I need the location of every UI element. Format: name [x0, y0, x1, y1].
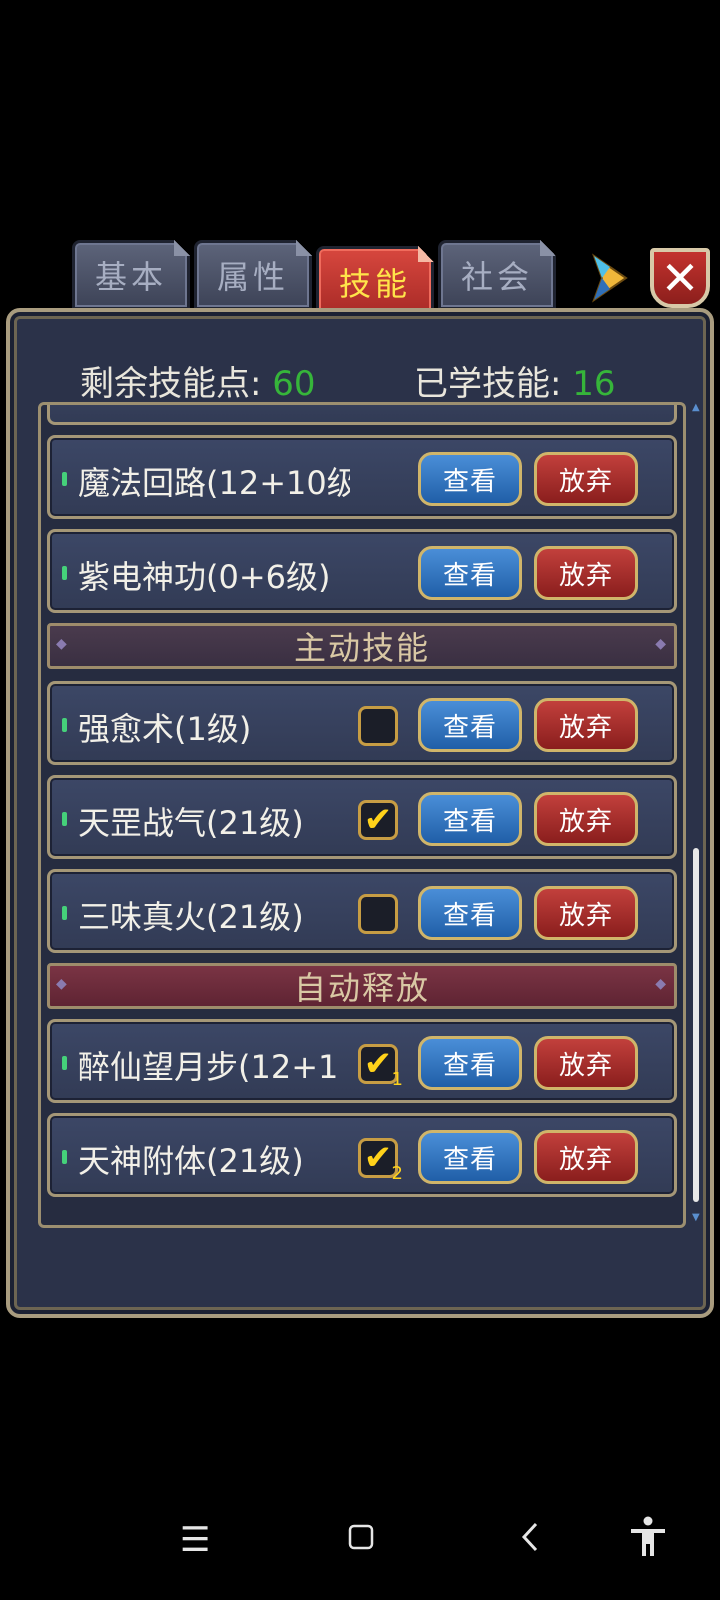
section-title: 主动技能: [293, 629, 430, 667]
abandon-button[interactable]: 放弃: [534, 452, 638, 506]
tab-attributes[interactable]: 属性: [194, 240, 312, 310]
list-item: 三味真火(21级) 查看 放弃: [47, 869, 677, 953]
ornament-icon: ◆: [655, 636, 668, 652]
ornament-icon: ◆: [655, 976, 668, 992]
view-button[interactable]: 查看: [418, 1036, 522, 1090]
list-item: 天罡战气(21级) ✔ 查看 放弃: [47, 775, 677, 859]
ornament-icon: ◆: [56, 976, 69, 992]
bullet-icon: [62, 812, 67, 826]
list-item: 天神附体(21级) ✔ 2 查看 放弃: [47, 1113, 677, 1197]
auto-cast-checkbox[interactable]: [358, 706, 398, 746]
bullet-icon: [62, 1056, 67, 1070]
skill-name: 强愈术(1级): [78, 710, 252, 748]
skill-name: 魔法回路(12+10级): [78, 464, 350, 502]
list-item: 醉仙望月步(12+1 ✔ 1 查看 放弃: [47, 1019, 677, 1103]
close-button[interactable]: ✕: [650, 248, 710, 308]
view-button[interactable]: 查看: [418, 452, 522, 506]
menu-icon[interactable]: ☰: [180, 1520, 210, 1560]
auto-cast-checkbox[interactable]: ✔ 1: [358, 1044, 403, 1089]
skill-name: 天神附体(21级): [78, 1142, 304, 1180]
tab-label: 社会: [460, 258, 533, 296]
close-icon: ✕: [660, 251, 700, 305]
abandon-button[interactable]: 放弃: [534, 886, 638, 940]
tab-basic[interactable]: 基本: [72, 240, 190, 310]
abandon-button[interactable]: 放弃: [534, 698, 638, 752]
skill-name: 紫电神功(0+6级): [78, 558, 331, 596]
abandon-button[interactable]: 放弃: [534, 1130, 638, 1184]
abandon-button[interactable]: 放弃: [534, 546, 638, 600]
bullet-icon: [62, 718, 67, 732]
back-icon[interactable]: [520, 1522, 540, 1552]
next-arrow-icon[interactable]: [588, 252, 630, 304]
checkmark-icon: ✔: [363, 800, 393, 840]
list-item: 强愈术(1级) 查看 放弃: [47, 681, 677, 765]
scroll-down-icon[interactable]: ▼: [692, 1212, 700, 1223]
skill-list[interactable]: 魔法回路(12+10级) 查看 放弃 紫电神功(0+6级) 查看 放弃 ◆ 主动…: [38, 402, 686, 1228]
skill-name: 天罡战气(21级): [78, 804, 304, 842]
remaining-label: 剩余技能点:: [80, 364, 262, 404]
checkmark-icon: ✔: [363, 1044, 393, 1084]
bullet-icon: [62, 566, 67, 580]
tab-social[interactable]: 社会: [438, 240, 556, 310]
abandon-button[interactable]: 放弃: [534, 792, 638, 846]
view-button[interactable]: 查看: [418, 792, 522, 846]
section-header-active: ◆ 主动技能 ◆: [47, 623, 677, 669]
list-item: 魔法回路(12+10级) 查看 放弃: [47, 435, 677, 519]
list-item: [47, 405, 677, 425]
accessibility-icon[interactable]: [628, 1516, 668, 1558]
learned-skills: 已学技能: 16: [414, 356, 616, 405]
ornament-icon: ◆: [56, 636, 69, 652]
view-button[interactable]: 查看: [418, 698, 522, 752]
bullet-icon: [62, 1150, 67, 1164]
tab-label: 技能: [338, 265, 411, 303]
bullet-icon: [62, 906, 67, 920]
scroll-up-icon[interactable]: ▲: [692, 402, 700, 413]
section-header-auto: ◆ 自动释放 ◆: [47, 963, 677, 1009]
bullet-icon: [62, 472, 67, 486]
view-button[interactable]: 查看: [418, 546, 522, 600]
scrollbar-thumb[interactable]: [693, 848, 699, 1202]
auto-cast-checkbox[interactable]: ✔ 2: [358, 1138, 403, 1183]
home-icon[interactable]: [348, 1524, 374, 1550]
remaining-skill-points: 剩余技能点: 60: [80, 356, 316, 405]
auto-cast-checkbox[interactable]: [358, 894, 398, 934]
skill-name: 醉仙望月步(12+1: [78, 1048, 339, 1086]
view-button[interactable]: 查看: [418, 1130, 522, 1184]
checkmark-icon: ✔: [363, 1138, 393, 1178]
cast-order: 1: [391, 1069, 403, 1090]
tab-label: 基本: [94, 258, 167, 296]
tab-label: 属性: [216, 258, 289, 296]
cast-order: 2: [391, 1163, 403, 1184]
learned-label: 已学技能:: [414, 364, 562, 404]
remaining-value: 60: [272, 364, 316, 404]
list-item: 紫电神功(0+6级) 查看 放弃: [47, 529, 677, 613]
learned-value: 16: [572, 364, 616, 404]
auto-cast-checkbox[interactable]: ✔: [358, 800, 398, 840]
skill-name: 三味真火(21级): [78, 898, 304, 936]
view-button[interactable]: 查看: [418, 886, 522, 940]
abandon-button[interactable]: 放弃: [534, 1036, 638, 1090]
section-title: 自动释放: [293, 969, 430, 1007]
